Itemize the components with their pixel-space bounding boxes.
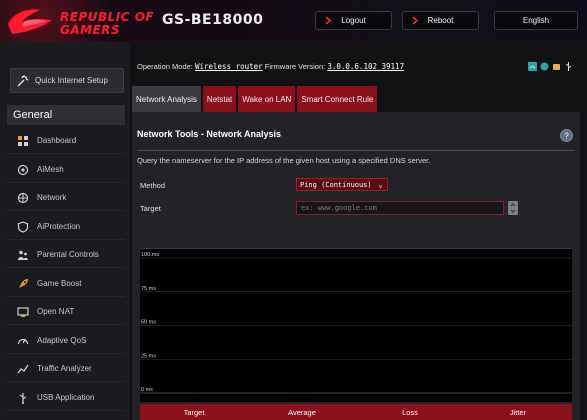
sidebar-item-label: USB Application xyxy=(37,393,95,402)
column-header-loss: Loss xyxy=(402,407,418,417)
chart-y-ticks: 100 ms 75 ms 50 ms 25 ms 0 ms xyxy=(141,252,159,393)
tab-netstat[interactable]: Netstat xyxy=(202,86,237,112)
y-tick-label: 100 ms xyxy=(141,252,159,258)
speedometer-icon xyxy=(17,335,29,347)
sidebar-item-aimesh[interactable]: AiMesh xyxy=(7,157,125,183)
open-nat-icon xyxy=(17,306,29,318)
tab-smart-connect-rule[interactable]: Smart Connect Rule xyxy=(297,86,378,112)
network-icon xyxy=(17,192,29,204)
y-tick-label: 50 ms xyxy=(141,320,156,326)
network-analysis-panel: Network Tools - Network Analysis ? Query… xyxy=(132,112,580,420)
firmware-label: Firmware Version: xyxy=(264,62,326,71)
sidebar-item-network[interactable]: Network xyxy=(7,185,125,211)
tab-wake-on-lan[interactable]: Wake on LAN xyxy=(238,86,296,112)
svg-text:?: ? xyxy=(564,132,569,141)
sidebar-item-open-nat[interactable]: Open NAT xyxy=(7,299,125,325)
brand-name-line1: REPUBLIC OF xyxy=(60,10,155,24)
help-icon[interactable]: ? xyxy=(560,129,573,142)
method-value: Ping (Continuous) xyxy=(300,180,372,189)
quick-internet-setup-button[interactable]: Quick Internet Setup xyxy=(10,68,124,93)
traffic-analyzer-icon xyxy=(17,363,29,375)
sidebar-item-label: AiMesh xyxy=(37,165,64,174)
reboot-label: Reboot xyxy=(427,16,454,25)
parental-controls-icon xyxy=(17,249,29,261)
target-input[interactable] xyxy=(296,201,504,215)
chevron-down-icon: ⌄ xyxy=(378,180,383,189)
y-tick-label: 0 ms xyxy=(141,387,153,393)
chart-grid xyxy=(140,248,572,394)
internet-status-icon[interactable] xyxy=(540,62,549,71)
sidebar-item-aiprotection[interactable]: AiProtection xyxy=(7,214,125,240)
y-tick-label: 75 ms xyxy=(141,286,156,292)
wifi-status-icon[interactable] xyxy=(528,62,537,71)
op-mode-link[interactable]: Wireless router xyxy=(195,62,263,71)
panel-description: Query the nameserver for the IP address … xyxy=(137,156,431,165)
panel-title: Network Tools - Network Analysis xyxy=(137,129,282,139)
sidebar-item-label: Traffic Analyzer xyxy=(37,364,92,373)
sidebar-item-label: Game Boost xyxy=(37,279,82,288)
logout-label: Logout xyxy=(341,16,366,25)
quick-setup-label: Quick Internet Setup xyxy=(35,76,108,85)
rog-eye-logo xyxy=(8,9,52,35)
results-table-header: Target Average Loss Jitter xyxy=(140,404,572,420)
setup-wizard-icon xyxy=(17,74,29,87)
panel-divider xyxy=(137,150,575,151)
sidebar-item-dashboard[interactable]: Dashboard xyxy=(7,128,125,154)
sidebar-item-parental-controls[interactable]: Parental Controls xyxy=(7,242,125,268)
column-header-target: Target xyxy=(183,407,205,417)
language-value: English xyxy=(522,16,550,25)
column-header-jitter: Jitter xyxy=(509,407,527,417)
top-header: REPUBLIC OF GAMERS GS-BE18000 Logout Reb… xyxy=(0,0,587,42)
sidebar-item-label: Network xyxy=(37,193,67,202)
language-select[interactable]: English xyxy=(494,11,578,30)
usb-icon xyxy=(17,392,29,404)
model-name: GS-BE18000 xyxy=(162,12,264,28)
target-stepper[interactable] xyxy=(508,201,518,215)
arrow-right-icon xyxy=(325,16,332,25)
app-status-icon[interactable] xyxy=(552,62,561,71)
shield-icon xyxy=(17,220,29,233)
sidebar-item-label: AiProtection xyxy=(37,222,81,231)
operation-mode-line: Operation Mode: Wireless router Firmware… xyxy=(137,62,404,71)
tab-bar: Network Analysis Netstat Wake on LAN Sma… xyxy=(132,86,378,112)
rocket-icon xyxy=(17,278,29,290)
column-header-average: Average xyxy=(288,407,316,417)
dashboard-icon xyxy=(17,135,29,147)
latency-chart: 100 ms 75 ms 50 ms 25 ms 0 ms xyxy=(140,248,572,402)
stepper-arrows-icon xyxy=(510,203,516,213)
sidebar: Quick Internet Setup General Dashboard A… xyxy=(0,42,130,420)
sidebar-item-label: Adaptive QoS xyxy=(37,336,87,345)
aimesh-icon xyxy=(17,164,29,176)
usb-status-icon[interactable] xyxy=(564,62,573,71)
section-header-general: General xyxy=(7,105,125,125)
sidebar-item-traffic-analyzer[interactable]: Traffic Analyzer xyxy=(7,356,125,382)
brand-name-line2: GAMERS xyxy=(60,23,121,37)
op-mode-label: Operation Mode: xyxy=(137,62,193,71)
tab-network-analysis[interactable]: Network Analysis xyxy=(132,86,201,112)
sidebar-item-label: Parental Controls xyxy=(37,250,99,259)
sidebar-item-label: Dashboard xyxy=(37,136,77,145)
arrow-right-icon xyxy=(412,16,419,25)
sidebar-item-adaptive-qos[interactable]: Adaptive QoS xyxy=(7,328,125,354)
reboot-button[interactable]: Reboot xyxy=(402,11,479,30)
sidebar-item-game-boost[interactable]: Game Boost xyxy=(7,271,125,297)
firmware-link[interactable]: 3.0.0.6.102_39117 xyxy=(327,62,404,71)
method-select[interactable]: Ping (Continuous) ⌄ xyxy=(296,178,388,191)
sidebar-item-usb-application[interactable]: USB Application xyxy=(7,385,125,411)
logout-button[interactable]: Logout xyxy=(315,11,392,30)
status-icons xyxy=(528,62,573,71)
target-label: Target xyxy=(140,204,161,213)
method-label: Method xyxy=(140,181,166,190)
y-tick-label: 25 ms xyxy=(141,353,156,359)
sidebar-item-label: Open NAT xyxy=(37,307,75,316)
